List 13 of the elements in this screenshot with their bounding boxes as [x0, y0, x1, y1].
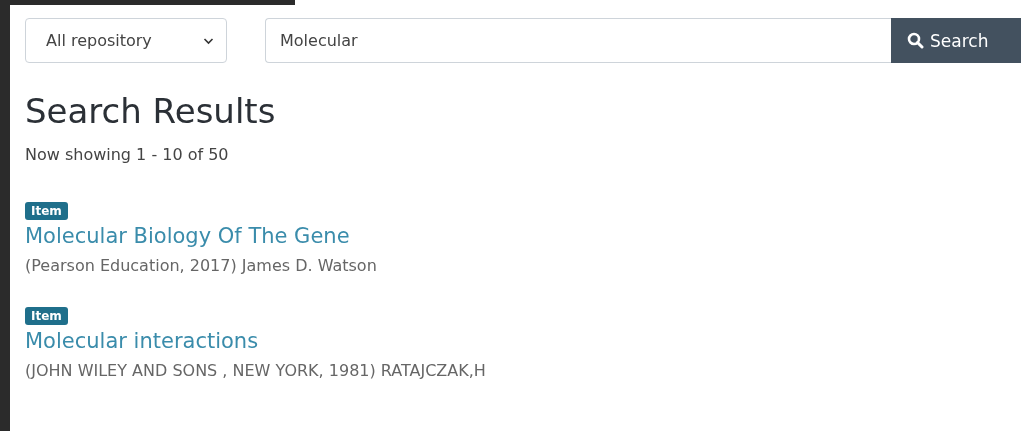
scope-dropdown[interactable]: All repository	[25, 18, 227, 63]
result-title-link[interactable]: Molecular interactions	[25, 329, 259, 353]
search-icon	[907, 32, 924, 49]
results-summary: Now showing 1 - 10 of 50	[25, 145, 230, 164]
item-badge: Item	[25, 307, 68, 325]
search-field[interactable]: Molecular	[265, 18, 891, 63]
result-meta: (Pearson Education, 2017) James D. Watson	[25, 256, 377, 275]
result-title-link[interactable]: Molecular Biology Of The Gene	[25, 224, 350, 248]
item-badge: Item	[25, 202, 68, 220]
chevron-down-icon	[203, 36, 214, 45]
page-heading: Search Results	[25, 90, 277, 133]
search-button[interactable]: Search	[891, 18, 1021, 63]
result-meta: (JOHN WILEY AND SONS , NEW YORK, 1981) RATAJCZAK,H	[25, 361, 486, 380]
